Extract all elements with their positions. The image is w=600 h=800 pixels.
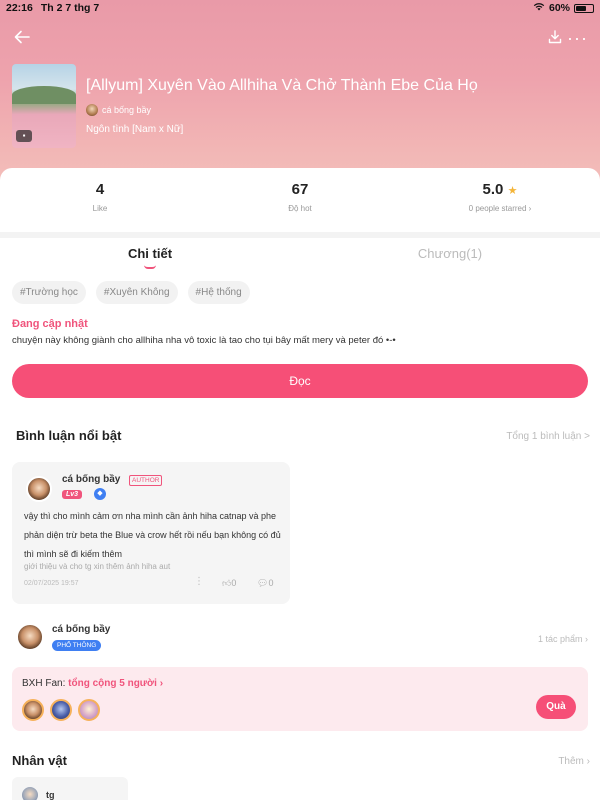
commenter-avatar[interactable] [26,476,52,502]
battery-fill [576,5,586,11]
book-genre: Ngôn tình [Nam x Nữ] [86,124,184,135]
comment-like-button[interactable]: 👍︎0 [222,578,236,589]
fan-ranking-box[interactable]: BXH Fan: tổng cộng 5 người › Quà [12,667,588,731]
hot-label: Độ hot [288,204,312,213]
download-icon[interactable] [548,30,562,49]
comment-reply-count: 0 [268,578,274,588]
tab-chapters-label: Chương(1) [417,246,483,261]
comment-more-icon[interactable]: ⋮ [194,576,204,587]
book-description: chuyện này không giành cho allhiha nha v… [12,335,396,346]
author-name: cá bống bầy [102,105,152,115]
comment-like-count: 0 [231,578,237,588]
author-avatar [86,104,98,116]
author-tag: AUTHOR [129,475,163,486]
rating-label: 0 people starred › [468,204,532,213]
hot-value: 67 [291,181,309,198]
level-badge: Lv3 [62,490,83,499]
characters-section-title: Nhân vật [12,753,67,768]
tab-details-label: Chi tiết [127,246,173,261]
author-avatar-large[interactable] [16,623,44,651]
star-icon: ★ [507,185,518,197]
battery-percent: 60% [548,2,570,14]
status-right: 60% [533,2,594,14]
fan-total-link[interactable]: tổng cộng 5 người › [68,678,163,689]
tag-school[interactable]: #Trường học [12,281,86,304]
wifi-icon [533,2,545,14]
thumbs-up-icon: 👍︎ [222,578,232,588]
stat-likes[interactable]: 4 Like [0,168,200,232]
commenter-name[interactable]: cá bống bầy [62,474,120,485]
author-block-name[interactable]: cá bống bầy [52,624,110,635]
update-status: Đang cập nhật [12,318,88,330]
tag-system[interactable]: #Hệ thống [187,281,250,304]
tag-time-travel[interactable]: #Xuyên Không [95,281,178,304]
battery-icon [574,3,594,13]
likes-label: Like [92,204,108,213]
comment-date: 02/07/2025 19:57 [24,580,79,587]
tag-list: #Trường học #Xuyên Không #Hệ thống [12,281,250,304]
comment-context: giới thiệu và cho tg xin thêm ảnh hiha a… [24,562,171,571]
character-card[interactable]: tg [12,777,128,800]
fan-avatars [22,699,100,721]
fan-ranking-label: BXH Fan: [22,678,66,689]
comment-card[interactable]: cá bống bầy AUTHOR Lv3 ◆ vậy thì cho mìn… [12,462,290,604]
tab-bar: Chi tiết Chương(1) [0,238,600,278]
back-arrow-icon[interactable] [14,30,30,49]
works-link[interactable]: 1 tác phẩm › [538,634,588,644]
comment-text: vậy thì cho mình cảm ơn nha mình cần ảnh… [24,511,281,559]
fan-ranking-title[interactable]: BXH Fan: tổng cộng 5 người › [22,678,163,689]
all-comments-link[interactable]: Tổng 1 bình luận > [506,431,590,442]
rating-value-row: 5.0 ★ [400,181,600,198]
author-row[interactable]: cá bống bầy [86,104,151,116]
rating-value: 5.0 [482,181,504,198]
comments-section-title: Bình luận nổi bật [16,428,122,443]
speech-bubble-icon: 💬︎ [257,578,269,588]
tab-details[interactable]: Chi tiết [0,238,300,278]
tab-chapters[interactable]: Chương(1) [300,238,600,278]
character-name: tg [46,790,55,800]
membership-badge: PHỔ THÔNG [52,640,102,651]
gift-button[interactable]: Quà [536,695,576,719]
author-block[interactable] [16,623,44,651]
stat-rating[interactable]: 5.0 ★ 0 people starred › [400,168,600,232]
more-icon[interactable]: ··· [567,28,588,49]
book-cover[interactable]: ▪ [12,64,76,148]
status-time: 22:16 [6,2,33,14]
comment-bubble-icon: ▪ [16,130,32,142]
fan-avatar[interactable] [78,699,100,721]
comment-reply-button[interactable]: 💬︎0 [257,578,273,589]
stats-card: 4 Like 67 Độ hot 5.0 ★ 0 people starred … [0,168,600,232]
stat-hot: 67 Độ hot [200,168,400,232]
status-date: Th 2 7 thg 7 [40,2,100,14]
diamond-icon: ◆ [94,488,106,500]
cover-hill [12,86,76,104]
status-bar: 22:16 Th 2 7 thg 7 60% [0,0,600,16]
character-avatar [22,787,38,800]
characters-more-link[interactable]: Thêm › [558,756,590,767]
fan-avatar[interactable] [50,699,72,721]
book-title: [Allyum] Xuyên Vào Allhiha Và Chở Thành … [86,77,478,94]
fan-avatar[interactable] [22,699,44,721]
likes-value: 4 [95,181,105,198]
read-button[interactable]: Đọc [12,364,588,398]
tab-active-indicator [144,265,156,269]
